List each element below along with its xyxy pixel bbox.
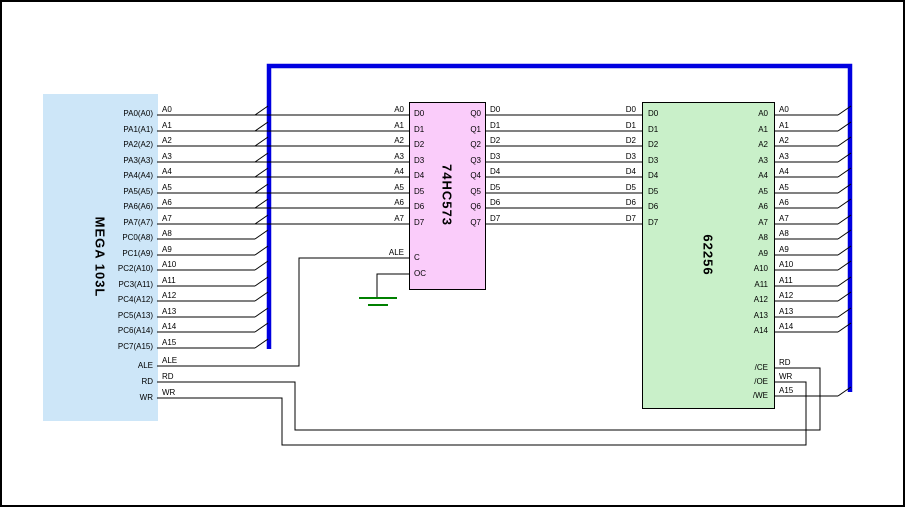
left-bus-taps [255, 106, 268, 348]
ale-wire[interactable] [157, 258, 409, 366]
rd-wire[interactable] [157, 368, 820, 430]
chip-title-mega: MEGA 103L [93, 217, 108, 298]
mega-to-latch-address-wires[interactable] [157, 115, 409, 224]
latch-to-ram-data-wires[interactable] [485, 115, 642, 224]
chip-title-latch: 74HC573 [440, 164, 455, 226]
wiring-layer [2, 2, 905, 507]
oc-ground-wire[interactable] [377, 274, 409, 298]
chip-title-ram: 62256 [701, 234, 716, 275]
ram-address-wires[interactable] [774, 115, 838, 332]
ground-symbol [359, 298, 397, 305]
wr-wire[interactable] [157, 382, 806, 445]
mega-high-address-wires[interactable] [157, 239, 255, 348]
schematic-canvas: MEGA 103L 74HC573 62256 PA0(A0)PA1(A1)PA… [0, 0, 905, 507]
